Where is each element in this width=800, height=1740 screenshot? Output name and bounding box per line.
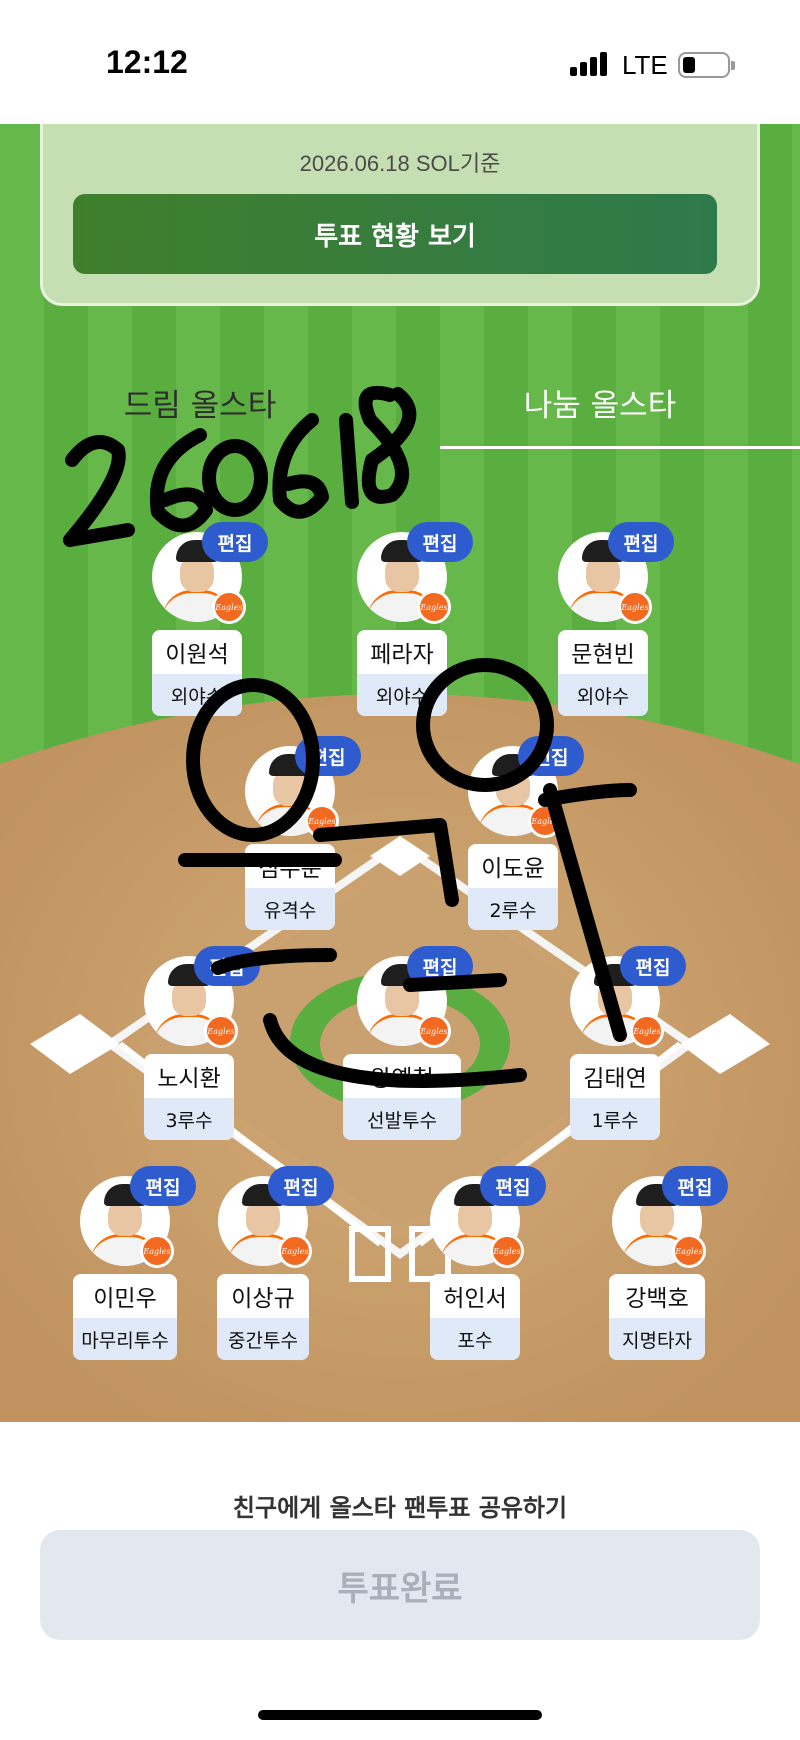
share-text[interactable]: 친구에게 올스타 팬투표 공유하기: [0, 1488, 800, 1523]
view-vote-status-button[interactable]: 투표 현황 보기: [73, 194, 717, 274]
edit-button[interactable]: 편집: [620, 946, 686, 986]
tab-selected-indicator: [440, 446, 800, 449]
eagles-logo-icon: Eagles: [212, 590, 246, 624]
player-name: 이민우: [93, 1286, 157, 1312]
edit-button[interactable]: 편집: [130, 1166, 196, 1206]
battery-icon: [678, 52, 735, 78]
tab-nanum-allstar[interactable]: 나눔 올스타: [400, 374, 800, 450]
baseball-field: 2026.06.18 SOL기준 투표 현황 보기 드림 올스타 나눔 올스타 …: [0, 124, 800, 1422]
player-position: 포수: [430, 1318, 520, 1360]
player-info: 김태연 1루수: [570, 1054, 660, 1140]
player-name: 이도윤: [481, 856, 545, 882]
player-info: 이도윤 2루수: [468, 844, 558, 930]
eagles-logo-icon: Eagles: [490, 1234, 524, 1268]
eagles-logo-icon: Eagles: [305, 804, 339, 838]
player-name: 왕옌청: [370, 1066, 434, 1092]
edit-button[interactable]: 편집: [480, 1166, 546, 1206]
player-info: 이민우마무리투수: [73, 1274, 177, 1360]
player-name: 김태연: [583, 1066, 647, 1092]
edit-button[interactable]: 편집: [518, 736, 584, 776]
player-info: 이상규중간투수: [217, 1274, 309, 1360]
player-name: 심우준: [258, 856, 322, 882]
player-position: 유격수: [245, 888, 335, 930]
player-name: 강백호: [625, 1286, 689, 1312]
player-name: 페라자: [370, 642, 434, 668]
player-position: 중간투수: [217, 1318, 309, 1360]
player-position: 1루수: [570, 1098, 660, 1140]
signal-icon: [570, 52, 610, 76]
edit-button[interactable]: 편집: [194, 946, 260, 986]
player-info: 심우준유격수: [245, 844, 335, 930]
eagles-logo-icon: Eagles: [417, 1014, 451, 1048]
player-position: 3루수: [144, 1098, 234, 1140]
eagles-logo-icon: Eagles: [278, 1234, 312, 1268]
edit-button[interactable]: 편집: [295, 736, 361, 776]
allstar-tabs: 드림 올스타 나눔 올스타: [0, 374, 800, 454]
player-info: 문현빈외야수: [558, 630, 648, 716]
player-position: 지명타자: [609, 1318, 705, 1360]
player-position: 외야수: [152, 674, 242, 716]
status-time: 12:12: [106, 44, 188, 80]
edit-button[interactable]: 편집: [608, 522, 674, 562]
player-position: 마무리투수: [73, 1318, 177, 1360]
player-name: 이원석: [165, 642, 229, 668]
eagles-logo-icon: Eagles: [417, 590, 451, 624]
status-bar: 12:12 LTE: [0, 0, 800, 124]
edit-button[interactable]: 편집: [407, 522, 473, 562]
player-info: 페라자외야수: [357, 630, 447, 716]
player-name: 이상규: [231, 1286, 295, 1312]
home-indicator: [258, 1710, 542, 1720]
player-position: 외야수: [357, 674, 447, 716]
edit-button[interactable]: 편집: [662, 1166, 728, 1206]
edit-button[interactable]: 편집: [202, 522, 268, 562]
eagles-logo-icon: Eagles: [630, 1014, 664, 1048]
player-info: 왕옌청선발투수: [343, 1054, 461, 1140]
player-info: 허인서포수: [430, 1274, 520, 1360]
player-position: 선발투수: [343, 1098, 461, 1140]
eagles-logo-icon: Eagles: [204, 1014, 238, 1048]
tab-dream-allstar[interactable]: 드림 올스타: [0, 374, 400, 450]
eagles-logo-icon: Eagles: [528, 804, 562, 838]
player-name: 허인서: [443, 1286, 507, 1312]
player-name: 노시환: [157, 1066, 221, 1092]
network-type: LTE: [622, 50, 668, 80]
player-name: 문현빈: [571, 642, 635, 668]
eagles-logo-icon: Eagles: [140, 1234, 174, 1268]
player-info: 이원석외야수: [152, 630, 242, 716]
vote-done-button[interactable]: 투표완료: [40, 1530, 760, 1640]
vote-date: 2026.06.18 SOL기준: [299, 151, 501, 176]
eagles-logo-icon: Eagles: [618, 590, 652, 624]
player-position: 외야수: [558, 674, 648, 716]
vote-status-card: 2026.06.18 SOL기준 투표 현황 보기: [40, 124, 760, 306]
player-info: 노시환 3루수: [144, 1054, 234, 1140]
eagles-logo-icon: Eagles: [672, 1234, 706, 1268]
edit-button[interactable]: 편집: [268, 1166, 334, 1206]
player-position: 2루수: [468, 888, 558, 930]
edit-button[interactable]: 편집: [407, 946, 473, 986]
player-info: 강백호지명타자: [609, 1274, 705, 1360]
